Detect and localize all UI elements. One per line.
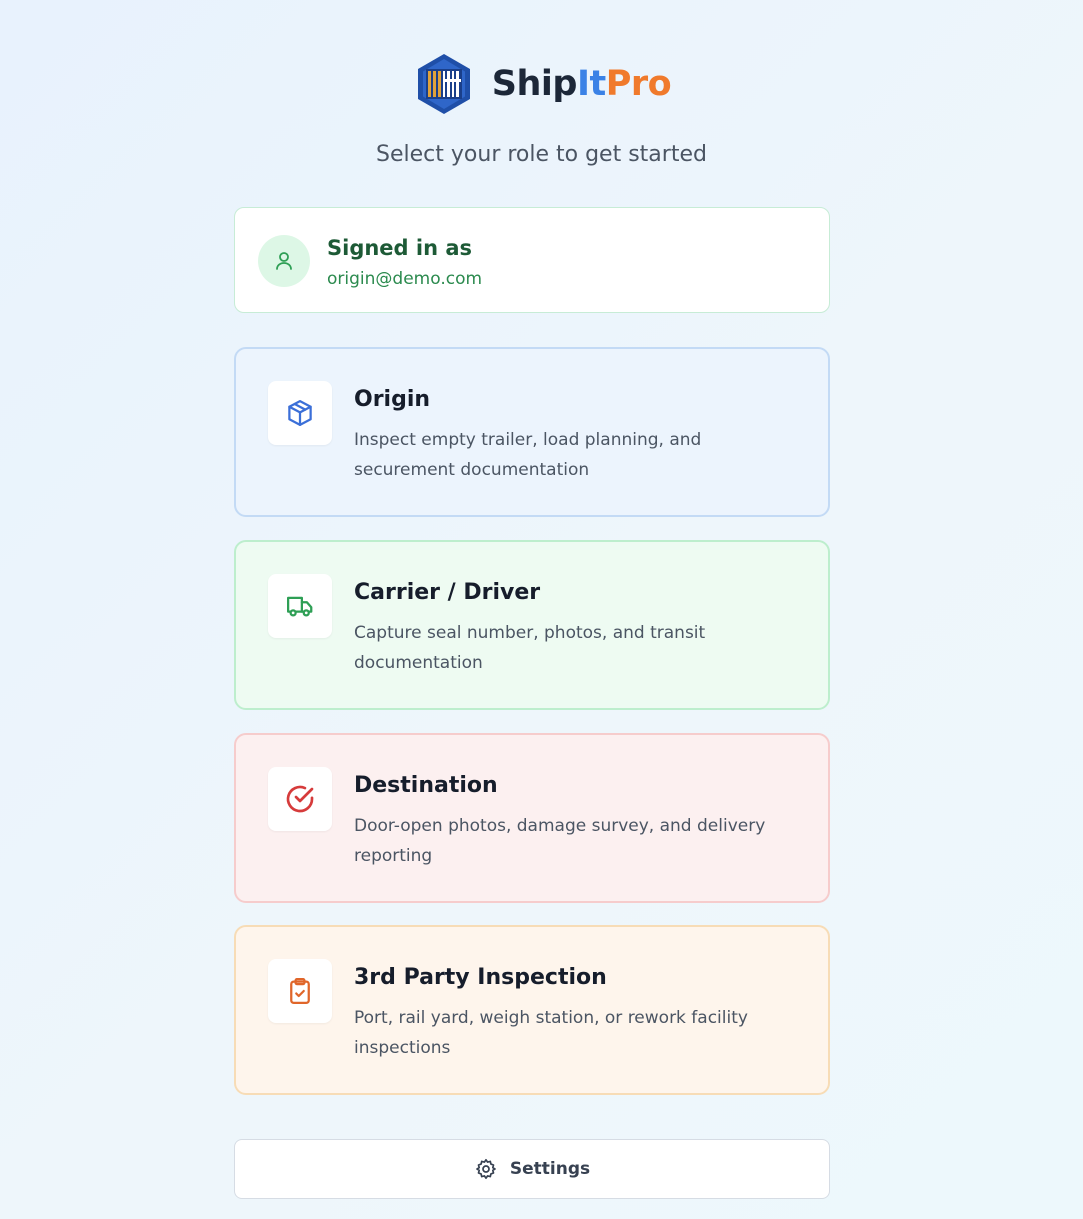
settings-button[interactable]: Settings [234, 1139, 830, 1199]
signed-in-email: origin@demo.com [327, 269, 483, 289]
brand-name-part-3: Pro [605, 64, 672, 104]
truck-icon [287, 596, 313, 617]
signed-in-label: Signed in as [327, 236, 473, 260]
role-card-destination[interactable]: Destination Door-open photos, damage sur… [234, 733, 830, 903]
role-description: Door-open photos, damage survey, and del… [354, 816, 766, 866]
page-subtitle: Select your role to get started [376, 142, 707, 167]
avatar [258, 235, 310, 287]
role-card-third-party-inspection[interactable]: 3rd Party Inspection Port, rail yard, we… [234, 925, 830, 1095]
role-title: Carrier / Driver [354, 580, 541, 605]
role-icon-container [268, 767, 332, 831]
role-description: Port, rail yard, weigh station, or rewor… [354, 1008, 748, 1058]
user-icon [276, 252, 292, 270]
signed-in-card: Signed in as origin@demo.com [234, 207, 830, 313]
role-title: Origin [354, 387, 431, 412]
role-description: Capture seal number, photos, and transit… [354, 623, 706, 673]
brand-name-part-1: Ship [491, 64, 578, 104]
role-icon-container [268, 381, 332, 445]
role-card-carrier-driver[interactable]: Carrier / Driver Capture seal number, ph… [234, 540, 830, 710]
gear-icon [476, 1158, 496, 1180]
brand-name: ShipItPro [491, 52, 672, 116]
brand-header: ShipItPro [0, 52, 1083, 116]
brand-name-part-2: It [576, 64, 606, 104]
role-card-origin[interactable]: Origin Inspect empty trailer, load plann… [234, 347, 830, 517]
role-icon-container [268, 574, 332, 638]
shipitpro-logo-icon [417, 54, 470, 114]
role-title: Destination [354, 773, 498, 798]
package-icon [288, 400, 312, 426]
role-title: 3rd Party Inspection [354, 965, 607, 990]
clipboard-check-icon [290, 978, 310, 1004]
role-description: Inspect empty trailer, load planning, an… [354, 430, 702, 480]
check-circle-icon [286, 785, 314, 813]
settings-label: Settings [509, 1159, 591, 1179]
role-icon-container [268, 959, 332, 1023]
